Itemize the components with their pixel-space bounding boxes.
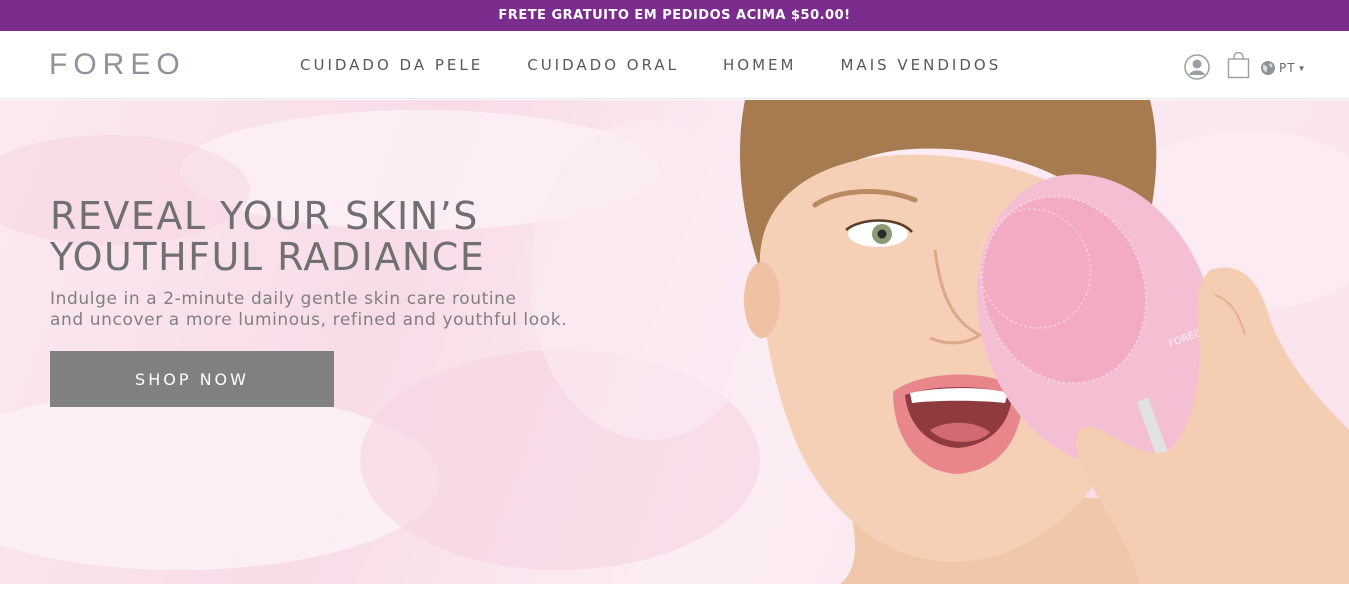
hero-headline-line1: REVEAL YOUR SKIN’S (50, 194, 479, 238)
hero-description-line2: and uncover a more luminous, refined and… (50, 310, 568, 330)
language-label: PT (1279, 61, 1296, 75)
hero-banner: FOREO REVEAL YOUR SKIN’S YOUTHFUL RADIAN… (0, 100, 1349, 584)
hero-headline-line2: YOUTHFUL RADIANCE (50, 235, 486, 279)
language-selector[interactable]: PT ▼ (1260, 60, 1306, 76)
promo-text: FRETE GRATUITO EM PEDIDOS ACIMA $50.00! (498, 8, 851, 23)
user-icon[interactable] (1184, 54, 1210, 80)
promo-banner: FRETE GRATUITO EM PEDIDOS ACIMA $50.00! (0, 0, 1349, 31)
hero-illustration: FOREO (0, 100, 1349, 584)
shopping-bag-icon[interactable] (1227, 52, 1250, 79)
globe-icon (1261, 61, 1275, 75)
hero-description-line1: Indulge in a 2-minute daily gentle skin … (50, 289, 517, 309)
hero-description: Indulge in a 2-minute daily gentle skin … (50, 289, 567, 331)
hero-headline: REVEAL YOUR SKIN’S YOUTHFUL RADIANCE (50, 196, 485, 278)
nav-homem[interactable]: HOMEM (723, 56, 796, 74)
nav-mais-vendidos[interactable]: MAIS VENDIDOS (840, 56, 1001, 74)
nav-cuidado-oral[interactable]: CUIDADO ORAL (527, 56, 679, 74)
main-nav: CUIDADO DA PELE CUIDADO ORAL HOMEM MAIS … (300, 56, 1045, 74)
foreo-logo[interactable]: FOREO (49, 48, 186, 82)
nav-cuidado-da-pele[interactable]: CUIDADO DA PELE (300, 56, 483, 74)
site-header: FOREO CUIDADO DA PELE CUIDADO ORAL HOMEM… (0, 31, 1349, 99)
chevron-down-icon: ▼ (1297, 63, 1306, 73)
shop-now-button[interactable]: SHOP NOW (50, 351, 334, 407)
page-below-hero (0, 584, 1349, 604)
